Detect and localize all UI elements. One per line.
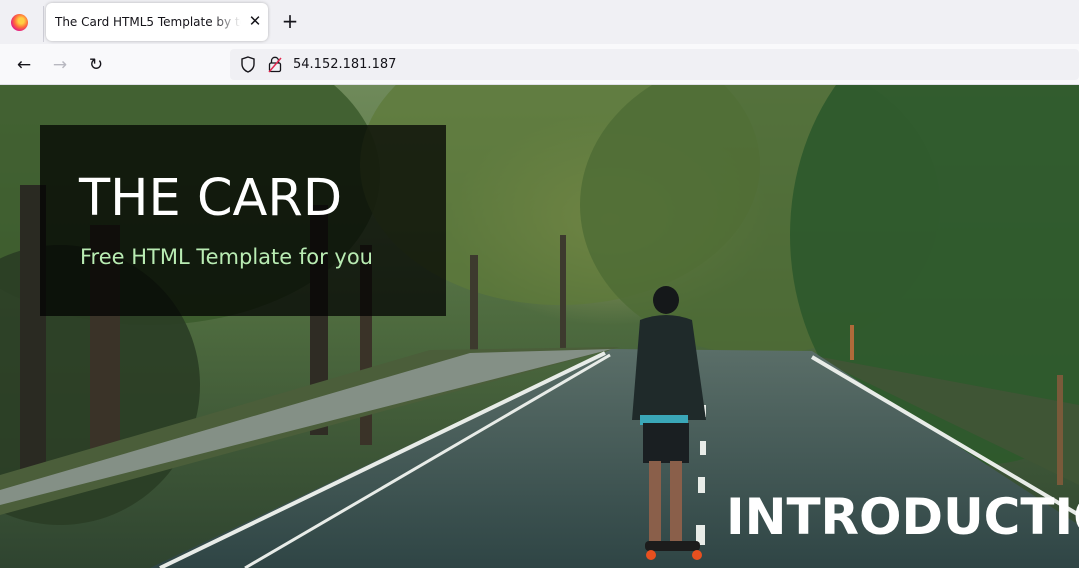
reload-button[interactable]: ↻: [84, 53, 108, 77]
close-icon[interactable]: ✕: [246, 12, 264, 30]
back-button[interactable]: ←: [12, 53, 36, 77]
hero-title: THE CARD: [79, 169, 343, 228]
section-heading-introduction: INTRODUCTION: [726, 488, 1079, 546]
navigation-toolbar: ← → ↻ 54.152.181.187: [0, 44, 1079, 85]
hero-card: THE CARD Free HTML Template for you: [40, 125, 446, 316]
page-viewport: THE CARD Free HTML Template for you INTR…: [0, 85, 1079, 568]
insecure-lock-icon[interactable]: [268, 56, 282, 73]
hero-subtitle: Free HTML Template for you: [80, 245, 373, 269]
tab-title: The Card HTML5 Template by tooplate: [55, 15, 241, 29]
tab-separator: [43, 6, 44, 42]
address-bar[interactable]: 54.152.181.187: [230, 49, 1079, 80]
firefox-icon[interactable]: [11, 14, 28, 31]
url-text[interactable]: 54.152.181.187: [293, 57, 396, 72]
tab-strip: The Card HTML5 Template by tooplate ✕ +: [0, 0, 1079, 44]
forward-button[interactable]: →: [48, 53, 72, 77]
shield-icon[interactable]: [240, 56, 256, 73]
new-tab-button[interactable]: +: [280, 10, 300, 32]
tab-active[interactable]: The Card HTML5 Template by tooplate ✕: [46, 3, 268, 41]
